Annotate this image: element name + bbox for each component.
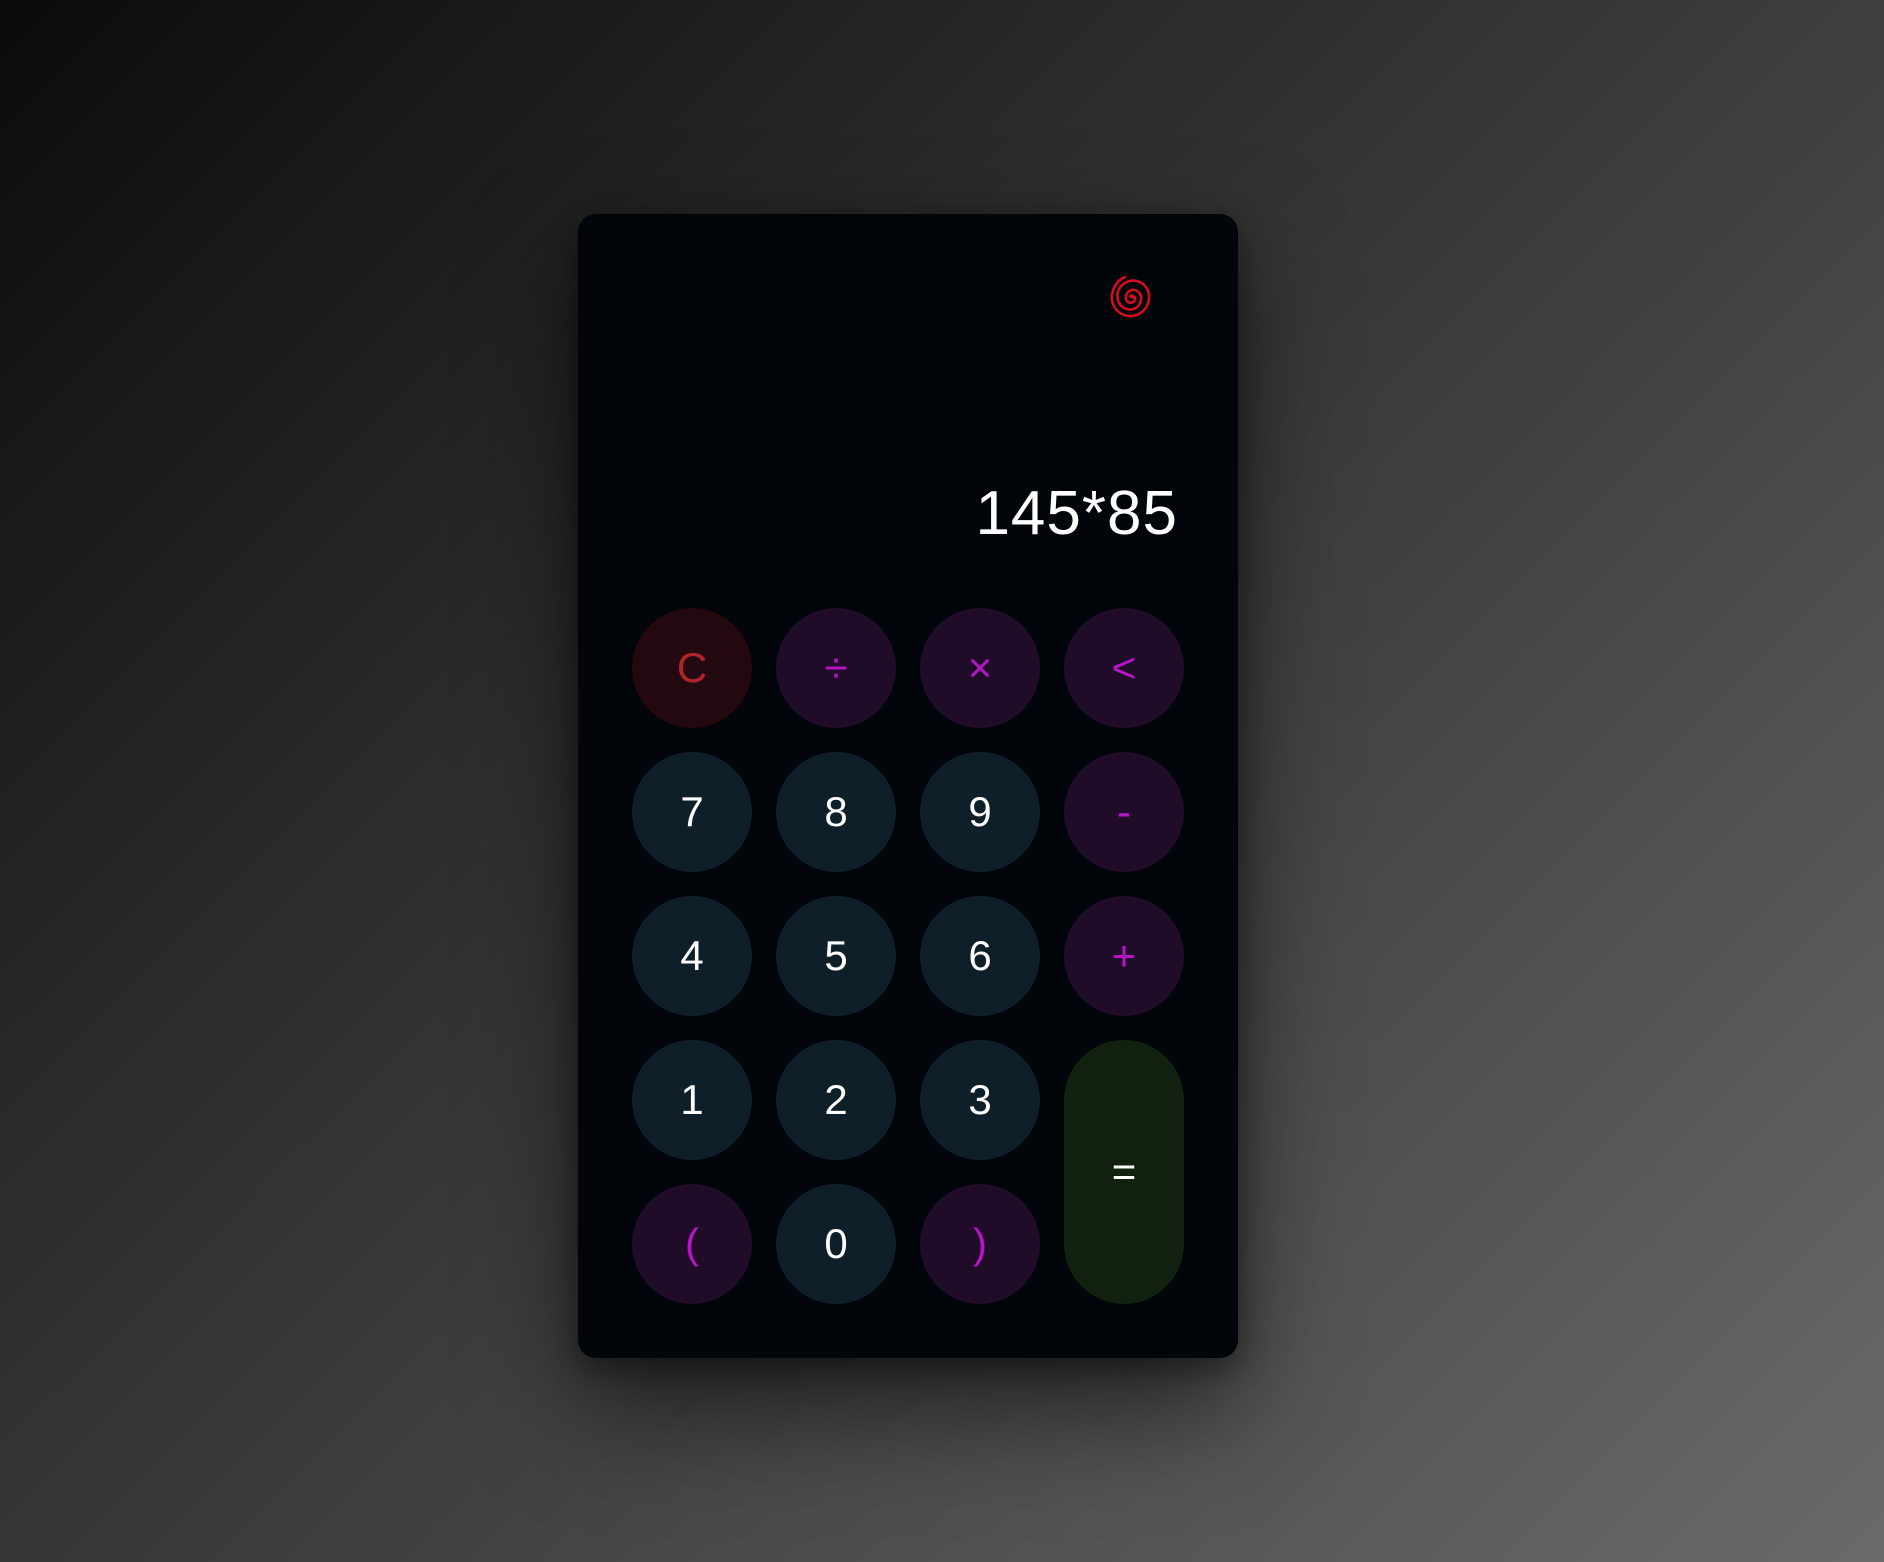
close-paren-button[interactable]: ) xyxy=(920,1184,1040,1304)
digit-6-label: 6 xyxy=(968,932,992,979)
multiply-button-label: × xyxy=(967,644,993,691)
multiply-button[interactable]: × xyxy=(920,608,1040,728)
plus-button[interactable]: + xyxy=(1064,896,1184,1016)
digit-5-label: 5 xyxy=(824,932,848,979)
digit-4-button[interactable]: 4 xyxy=(632,896,752,1016)
digit-9-label: 9 xyxy=(968,788,992,835)
digit-9-button[interactable]: 9 xyxy=(920,752,1040,872)
digit-7-button[interactable]: 7 xyxy=(632,752,752,872)
close-paren-label: ) xyxy=(973,1220,987,1267)
digit-8-label: 8 xyxy=(824,788,848,835)
clear-button-label: C xyxy=(676,644,708,691)
divide-button[interactable]: ÷ xyxy=(776,608,896,728)
digit-0-label: 0 xyxy=(824,1220,848,1267)
digit-4-label: 4 xyxy=(680,932,704,979)
digit-2-button[interactable]: 2 xyxy=(776,1040,896,1160)
minus-button[interactable]: - xyxy=(1064,752,1184,872)
keypad: C ÷ × < 7 8 9 - 4 5 6 + 1 2 3 = ( 0 ) xyxy=(632,608,1184,1304)
expression-display: 145*85 xyxy=(975,479,1178,548)
backspace-button-label: < xyxy=(1111,644,1137,691)
digit-5-button[interactable]: 5 xyxy=(776,896,896,1016)
digit-2-label: 2 xyxy=(824,1076,848,1123)
clear-button[interactable]: C xyxy=(632,608,752,728)
minus-button-label: - xyxy=(1117,788,1131,835)
plus-button-label: + xyxy=(1111,932,1137,979)
equals-button-label: = xyxy=(1111,1148,1137,1195)
digit-1-button[interactable]: 1 xyxy=(632,1040,752,1160)
digit-7-label: 7 xyxy=(680,788,704,835)
backspace-button[interactable]: < xyxy=(1064,608,1184,728)
spiral-logo-icon xyxy=(1110,275,1151,318)
open-paren-button[interactable]: ( xyxy=(632,1184,752,1304)
open-paren-label: ( xyxy=(685,1220,699,1267)
divide-button-label: ÷ xyxy=(824,644,848,691)
digit-8-button[interactable]: 8 xyxy=(776,752,896,872)
digit-6-button[interactable]: 6 xyxy=(920,896,1040,1016)
digit-1-label: 1 xyxy=(680,1076,704,1123)
digit-3-button[interactable]: 3 xyxy=(920,1040,1040,1160)
equals-button[interactable]: = xyxy=(1064,1040,1184,1304)
calculator-panel: 145*85 C ÷ × < 7 8 9 - 4 5 6 + 1 2 3 = (… xyxy=(578,214,1238,1358)
digit-0-button[interactable]: 0 xyxy=(776,1184,896,1304)
digit-3-label: 3 xyxy=(968,1076,992,1123)
